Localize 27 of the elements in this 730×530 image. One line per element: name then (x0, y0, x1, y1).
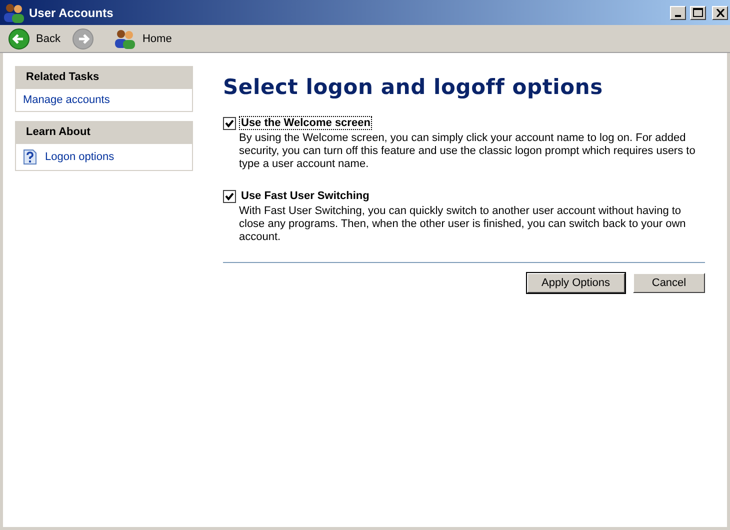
home-button[interactable]: Home (110, 26, 176, 50)
check-icon (225, 118, 234, 128)
panel-title: Related Tasks (16, 67, 192, 89)
users-icon (114, 28, 136, 48)
maximize-button[interactable] (690, 6, 706, 20)
checkbox[interactable] (223, 190, 236, 202)
option-description: By using the Welcome screen, you can simply click your account name to log on. For added security, you can turn off this feature and use the classic logon prompt which requires users to type a user account name. (239, 132, 696, 171)
minimize-icon (675, 14, 681, 16)
option-label[interactable]: Use Fast User Switching (239, 189, 372, 203)
checkbox[interactable] (223, 116, 236, 130)
check-icon (225, 192, 234, 200)
close-button[interactable] (712, 6, 728, 20)
back-button[interactable]: Back (4, 26, 64, 52)
users-icon (3, 2, 25, 22)
panel-title: Learn About (16, 122, 192, 144)
task-link[interactable]: Logon options (45, 151, 114, 163)
option-label[interactable]: Use the Welcome screen (239, 116, 372, 130)
page-heading: Select logon and logoff options (223, 75, 604, 99)
apply-button[interactable]: Apply Options (526, 273, 625, 293)
window-title: User Accounts (29, 6, 114, 20)
maximize-icon (693, 8, 703, 17)
close-icon (716, 8, 724, 16)
cancel-button[interactable]: Cancel (633, 273, 705, 293)
help-icon (23, 149, 37, 165)
option-description: With Fast User Switching, you can quickly switch to another user account without having to close any programs. Then, when the other user is finished, you can switch back to your own account. (239, 205, 687, 244)
minimize-button[interactable] (670, 6, 686, 20)
task-link[interactable]: Manage accounts (23, 94, 110, 106)
